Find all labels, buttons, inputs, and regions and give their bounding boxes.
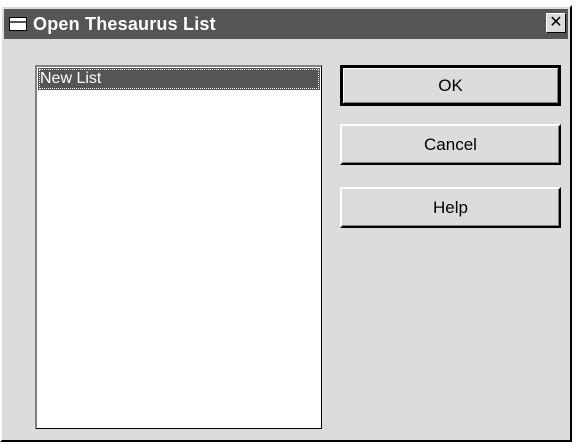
list-item[interactable]: New List — [38, 68, 320, 90]
window-menu-icon[interactable] — [9, 17, 27, 31]
open-thesaurus-list-dialog: Open Thesaurus List ✕ New List OK Cancel… — [0, 5, 572, 442]
dialog-title: Open Thesaurus List — [33, 13, 216, 34]
thesaurus-list[interactable]: New List — [35, 65, 322, 429]
cancel-button[interactable]: Cancel — [340, 124, 561, 165]
help-button[interactable]: Help — [340, 187, 561, 228]
close-icon[interactable]: ✕ — [546, 13, 566, 33]
title-bar[interactable]: Open Thesaurus List ✕ — [4, 9, 568, 39]
ok-button[interactable]: OK — [340, 65, 561, 106]
